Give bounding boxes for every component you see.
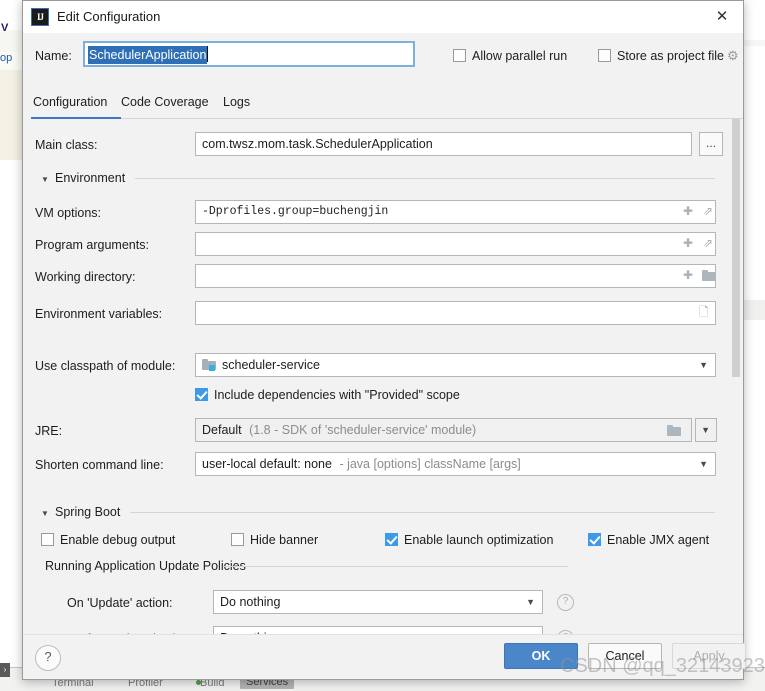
text-caret [207,46,209,62]
dialog-titlebar: IJ Edit Configuration ✕ [23,1,743,34]
jre-dropdown-button[interactable]: ▼ [695,418,717,442]
expand-icon[interactable]: ⇗ [703,232,713,254]
macro-plus-icon[interactable]: ✚ [683,264,693,286]
main-class-input[interactable]: com.twsz.mom.task.SchedulerApplication [195,132,692,156]
vertical-scrollbar[interactable] [731,119,741,637]
enable-jmx-agent-checkbox[interactable]: Enable JMX agent [588,533,709,547]
vm-options-label: VM options: [35,206,102,220]
macro-plus-icon[interactable]: ✚ [683,200,693,222]
tab-code-coverage[interactable]: Code Coverage [121,95,209,116]
on-update-action-dropdown[interactable]: Do nothing ▼ [213,590,543,614]
working-directory-input[interactable] [195,264,716,288]
enable-launch-optimization-checkbox[interactable]: Enable launch optimization [385,533,553,547]
services-status-dot-icon [196,680,201,685]
shorten-command-line-value: user-local default: none [202,457,332,471]
checkbox-box-icon [195,388,208,401]
background-right-panel [742,0,765,668]
ok-button[interactable]: OK [504,643,578,669]
enable-jmx-agent-label: Enable JMX agent [607,533,710,547]
jre-value: Default [202,423,242,437]
scrollbar-thumb[interactable] [732,119,740,377]
enable-debug-output-label: Enable debug output [60,533,176,547]
help-button[interactable]: ? [35,645,61,671]
environment-collapse-icon[interactable]: ▼ [41,173,49,187]
name-row: Name: SchedulerApplication Allow paralle… [23,33,743,81]
hide-banner-label: Hide banner [250,533,319,547]
background-left-panel [0,0,23,668]
on-update-action-label: On 'Update' action: [67,596,173,610]
name-label: Name: [35,49,72,63]
hide-banner-checkbox[interactable]: Hide banner [231,533,318,547]
checkbox-box-icon [588,533,601,546]
module-icon [202,359,217,371]
background-label-v: V [1,22,9,34]
chevron-down-icon: ▼ [701,425,710,435]
allow-parallel-run-label: Allow parallel run [472,49,568,63]
spring-boot-collapse-icon[interactable]: ▼ [41,507,49,521]
use-classpath-of-module-value: scheduler-service [222,358,320,372]
use-classpath-of-module-dropdown[interactable]: scheduler-service ▼ [195,353,716,377]
update-policies-rule [223,566,568,567]
background-collapse-handle-icon[interactable]: › [0,663,10,677]
jre-input[interactable]: Default (1.8 - SDK of 'scheduler-service… [195,418,692,442]
environment-section-rule [135,178,715,179]
enable-launch-optimization-label: Enable launch optimization [404,533,554,547]
program-arguments-input[interactable] [195,232,716,256]
include-provided-scope-label: Include dependencies with "Provided" sco… [214,388,460,402]
checkbox-box-icon [41,533,54,546]
chevron-down-icon: ▼ [699,459,708,469]
main-class-browse-button[interactable]: ... [699,132,723,156]
checkbox-box-icon [231,533,244,546]
allow-parallel-run-checkbox[interactable]: Allow parallel run [453,49,567,63]
close-icon[interactable]: ✕ [705,3,739,31]
jre-value-hint: (1.8 - SDK of 'scheduler-service' module… [249,423,477,437]
vm-options-input[interactable]: -Dprofiles.group=buchengjin [195,200,716,224]
environment-variables-label: Environment variables: [35,307,163,321]
jre-label: JRE: [35,424,63,438]
edit-configuration-dialog: IJ Edit Configuration ✕ Name: SchedulerA… [22,0,746,680]
spring-boot-section-rule [130,512,715,513]
folder-icon[interactable] [667,425,681,436]
store-as-project-file-label: Store as project file [617,49,724,63]
chevron-down-icon: ▼ [526,597,535,607]
spring-boot-section-title: Spring Boot [55,505,121,519]
macro-plus-icon[interactable]: ✚ [683,232,693,254]
program-arguments-label: Program arguments: [35,238,149,252]
update-policies-title: Running Application Update Policies [45,559,246,573]
environment-section-title: Environment [55,171,126,185]
background-label-op: op [0,52,13,64]
cancel-button[interactable]: Cancel [588,643,662,669]
gear-icon[interactable]: ⚙ [727,49,741,63]
dialog-footer: ? OK Cancel Apply [23,634,746,679]
checkbox-box-icon [385,533,398,546]
shorten-command-line-dropdown[interactable]: user-local default: none - java [options… [195,452,716,476]
enable-debug-output-checkbox[interactable]: Enable debug output [41,533,175,547]
checkbox-box-icon [453,49,466,62]
configuration-scroll-area: Main class: com.twsz.mom.task.SchedulerA… [23,119,743,637]
dialog-tab-bar: Configuration Code Coverage Logs [23,89,743,120]
on-update-action-value: Do nothing [220,595,281,609]
name-input[interactable]: SchedulerApplication [83,41,415,67]
folder-icon[interactable] [702,270,716,281]
dialog-title: Edit Configuration [57,9,161,24]
include-provided-scope-checkbox[interactable]: Include dependencies with "Provided" sco… [195,388,460,402]
name-input-value: SchedulerApplication [88,46,208,64]
on-update-action-help-icon[interactable]: ? [557,594,574,611]
tab-configuration[interactable]: Configuration [33,95,107,116]
tab-logs[interactable]: Logs [223,95,250,116]
shorten-command-line-label: Shorten command line: [35,458,164,472]
env-list-icon[interactable]: 🗋 [699,301,709,323]
expand-icon[interactable]: ⇗ [703,200,713,222]
main-class-label: Main class: [35,138,98,152]
working-directory-label: Working directory: [35,270,136,284]
store-as-project-file-checkbox[interactable]: Store as project file [598,49,724,63]
environment-variables-input[interactable] [195,301,716,325]
checkbox-box-icon [598,49,611,62]
chevron-down-icon: ▼ [699,360,708,370]
shorten-command-line-hint: - java [options] className [args] [339,457,521,471]
apply-button: Apply [672,643,746,669]
use-classpath-of-module-label: Use classpath of module: [35,359,176,373]
intellij-idea-icon: IJ [31,8,49,26]
